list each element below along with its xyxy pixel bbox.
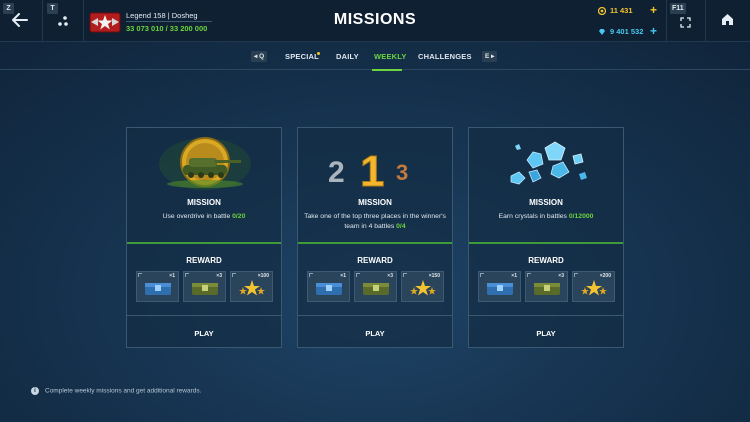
corner-mark <box>480 273 484 277</box>
mission-card-crystals: MISSION Earn crystals in battles 0/12000… <box>468 127 624 348</box>
card-divider <box>469 315 623 316</box>
gold-balance: 11 431 <box>598 6 633 16</box>
home-button[interactable] <box>706 0 750 42</box>
mission-description: Use overdrive in battle 0/20 <box>133 212 275 222</box>
crystals-pile-icon <box>510 141 587 185</box>
crystal-amount: 9 401 532 <box>610 27 644 36</box>
crystal-icon <box>599 29 605 36</box>
fullscreen-button[interactable]: F11 <box>667 0 705 42</box>
gold-stars-icon <box>581 280 607 296</box>
svg-text:1: 1 <box>360 147 384 196</box>
gold-stars-icon <box>410 280 436 296</box>
reward-item[interactable]: ×3 <box>183 271 226 302</box>
fullscreen-key-hint: F11 <box>670 3 686 14</box>
card-divider <box>127 315 281 316</box>
play-button[interactable]: PLAY <box>469 329 623 338</box>
mission-title: MISSION <box>358 198 392 207</box>
prev-tab-key[interactable]: ◂ Q <box>251 51 268 62</box>
reward-item[interactable]: ×1 <box>136 271 179 302</box>
gold-coin-icon <box>598 7 606 16</box>
tab-special[interactable]: SPECIAL <box>285 52 319 61</box>
green-container-icon <box>534 283 560 295</box>
corner-mark <box>356 273 360 277</box>
reward-title: REWARD <box>186 256 222 265</box>
info-icon: i <box>31 387 39 395</box>
mission-progress: 0/4 <box>396 223 406 230</box>
reward-title: REWARD <box>528 256 564 265</box>
mission-card-overdrive: MISSION Use overdrive in battle 0/20 REW… <box>126 127 282 348</box>
mission-progress: 0/20 <box>232 213 246 220</box>
corner-mark <box>527 273 531 277</box>
add-crystals-button[interactable]: + <box>650 25 657 37</box>
corner-mark <box>232 273 236 277</box>
tank-medal-icon <box>159 137 251 190</box>
crystal-balance: 9 401 532 <box>598 27 643 36</box>
add-gold-button[interactable]: + <box>650 4 657 16</box>
fullscreen-icon <box>680 17 691 28</box>
reward-item[interactable]: ×200 <box>572 271 615 302</box>
reward-title: REWARD <box>357 256 393 265</box>
next-key-label: E <box>485 53 490 60</box>
reward-list: ×1 ×3 ×200 <box>478 271 616 302</box>
gold-stars-icon <box>239 280 265 296</box>
podium-numbers-icon: 2 1 3 <box>328 147 408 197</box>
card-divider <box>298 242 452 244</box>
corner-mark <box>309 273 313 277</box>
corner-mark <box>403 273 407 277</box>
svg-text:2: 2 <box>328 156 345 189</box>
blue-container-icon <box>145 283 171 295</box>
svg-text:3: 3 <box>396 160 408 185</box>
play-button[interactable]: PLAY <box>298 329 452 338</box>
play-button[interactable]: PLAY <box>127 329 281 338</box>
blue-container-icon <box>487 283 513 295</box>
reward-item[interactable]: ×1 <box>478 271 521 302</box>
reward-item[interactable]: ×1 <box>307 271 350 302</box>
reward-item[interactable]: ×100 <box>230 271 273 302</box>
mission-description: Earn crystals in battles 0/12000 <box>475 212 617 222</box>
mission-progress: 0/12000 <box>568 213 594 220</box>
tab-daily[interactable]: DAILY <box>336 52 359 61</box>
green-container-icon <box>192 283 218 295</box>
corner-mark <box>138 273 142 277</box>
tab-challenges[interactable]: CHALLENGES <box>418 52 472 61</box>
mission-description: Take one of the top three places in the … <box>304 212 446 232</box>
card-divider <box>469 242 623 244</box>
reward-list: ×1 ×3 ×100 <box>136 271 274 302</box>
info-text: Complete weekly missions and get additio… <box>45 387 202 395</box>
mission-title: MISSION <box>187 198 221 207</box>
reward-item[interactable]: ×150 <box>401 271 444 302</box>
tab-weekly[interactable]: WEEKLY <box>374 52 407 61</box>
mission-card-top-three: 2 1 3 MISSION Take one of the top three … <box>297 127 453 348</box>
next-tab-key[interactable]: E ▸ <box>482 51 498 62</box>
active-tab-indicator <box>372 69 402 71</box>
reward-item[interactable]: ×3 <box>354 271 397 302</box>
reward-item[interactable]: ×3 <box>525 271 568 302</box>
mission-title: MISSION <box>529 198 563 207</box>
special-notification-dot <box>317 52 320 55</box>
corner-mark <box>185 273 189 277</box>
blue-container-icon <box>316 283 342 295</box>
reward-list: ×1 ×3 ×150 <box>307 271 445 302</box>
mission-text: Take one of the top three places in the … <box>304 213 446 230</box>
corner-mark <box>574 273 578 277</box>
mission-text: Earn crystals in battles <box>498 213 567 220</box>
home-icon <box>722 14 733 25</box>
green-container-icon <box>363 283 389 295</box>
top-bar: Z T Legend 158 | Dosheg 33 073 010 / 33 … <box>0 0 750 42</box>
prev-key-label: Q <box>259 53 265 60</box>
card-divider <box>127 242 281 244</box>
gold-amount: 11 431 <box>610 6 633 15</box>
tab-bar: ◂ Q SPECIAL DAILY WEEKLY CHALLENGES E ▸ <box>0 42 750 71</box>
mission-text: Use overdrive in battle <box>162 213 231 220</box>
info-footer: i Complete weekly missions and get additi… <box>31 387 201 395</box>
card-divider <box>298 315 452 316</box>
